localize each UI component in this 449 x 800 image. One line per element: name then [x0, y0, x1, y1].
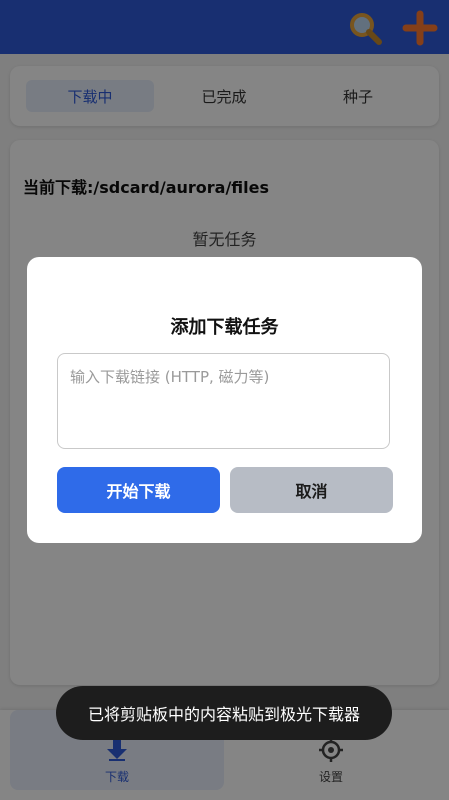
- toast-message: 已将剪贴板中的内容粘贴到极光下载器: [56, 686, 392, 740]
- add-task-dialog: 添加下载任务 开始下载 取消: [27, 257, 422, 543]
- start-download-button[interactable]: 开始下载: [57, 467, 220, 513]
- cancel-button[interactable]: 取消: [230, 467, 393, 513]
- download-url-input[interactable]: [57, 353, 390, 449]
- dialog-title: 添加下载任务: [170, 317, 279, 338]
